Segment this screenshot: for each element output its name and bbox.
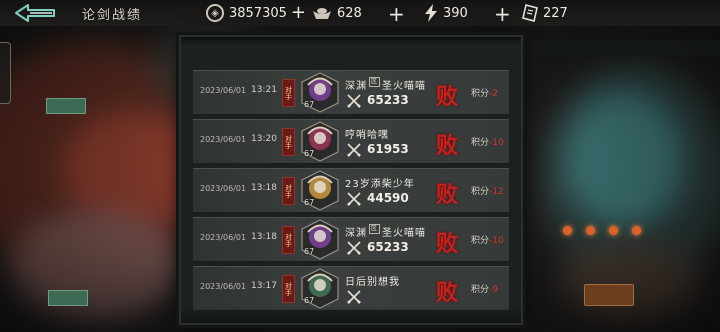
left-mini-button-top[interactable] <box>46 98 86 114</box>
opponent-power: 61953 <box>367 142 409 156</box>
back-arrow-icon[interactable] <box>14 3 58 23</box>
opponent-tag: 对手 <box>282 128 295 156</box>
score-change: 积分-2 <box>471 89 498 99</box>
battle-result: 败 <box>436 182 459 208</box>
energy-value: 390 <box>443 5 468 21</box>
right-top-strip <box>534 40 720 56</box>
add-energy-button[interactable]: + <box>494 2 511 26</box>
record-time: 13:17 <box>251 281 277 291</box>
score-change: 积分-9 <box>471 285 498 295</box>
battle-record-panel: 2023/06/01 13:21 对手 67 深渊区圣火喵喵 65233 败 积… <box>181 37 521 323</box>
battle-record-list[interactable]: 2023/06/01 13:21 对手 67 深渊区圣火喵喵 65233 败 积… <box>193 70 509 315</box>
score-change: 积分-12 <box>471 187 504 197</box>
opponent-tag: 对手 <box>282 177 295 205</box>
opponent-name: 23岁添柴少年 <box>345 179 415 190</box>
flame-icon <box>632 226 641 235</box>
right-action-button[interactable] <box>584 284 634 306</box>
opponent-level: 67 <box>304 247 315 256</box>
battle-result: 败 <box>436 84 459 110</box>
opponent-name: 日后别想我 <box>345 277 400 288</box>
record-date: 2023/06/01 <box>200 135 247 144</box>
record-date: 2023/06/01 <box>200 86 247 95</box>
coin-resource: ◈ 3857305 + <box>206 3 306 23</box>
flame-icon <box>563 226 572 235</box>
coin-value: 3857305 <box>229 5 287 21</box>
flame-icon <box>609 226 618 235</box>
server-badge: 区 <box>369 77 381 87</box>
opponent-level: 67 <box>304 100 315 109</box>
opponent-name: 深渊区圣火喵喵 <box>345 77 427 92</box>
record-date: 2023/06/01 <box>200 233 247 242</box>
opponent-tag: 对手 <box>282 275 295 303</box>
opponent-power: 44590 <box>367 191 409 205</box>
record-date: 2023/06/01 <box>200 282 247 291</box>
left-mini-button-bottom[interactable] <box>48 290 88 306</box>
score-change: 积分-10 <box>471 236 504 246</box>
crossed-swords-icon <box>347 290 361 304</box>
crossed-swords-icon <box>347 94 361 108</box>
add-coins-button[interactable]: + <box>291 4 306 22</box>
crossed-swords-icon <box>347 143 361 157</box>
ingot-value: 628 <box>337 5 362 21</box>
energy-resource: 390 <box>424 3 468 23</box>
opponent-level: 67 <box>304 149 315 158</box>
opponent-tag: 对手 <box>282 226 295 254</box>
ingot-icon <box>313 8 331 19</box>
battle-result: 败 <box>436 231 459 257</box>
record-time: 13:18 <box>251 232 277 242</box>
battle-record-row[interactable]: 2023/06/01 13:20 对手 67 哼哨哈嘿 61953 败 积分-1… <box>193 119 509 164</box>
ticket-icon <box>522 4 538 22</box>
opponent-name: 哼哨哈嘿 <box>345 130 389 141</box>
flame-icon <box>586 226 595 235</box>
record-time: 13:18 <box>251 183 277 193</box>
server-badge: 区 <box>369 224 381 234</box>
opponent-name-suffix: 圣火喵喵 <box>382 228 427 239</box>
crossed-swords-icon <box>347 241 361 255</box>
ticket-resource: 227 <box>522 3 568 23</box>
opponent-level: 67 <box>304 198 315 207</box>
battle-result: 败 <box>436 133 459 159</box>
battle-record-row[interactable]: 2023/06/01 13:17 对手 67 日后别想我 败 积分-9 <box>193 266 509 311</box>
opponent-power: 65233 <box>367 93 409 107</box>
ingot-resource: 628 <box>312 3 362 23</box>
crossed-swords-icon <box>347 192 361 206</box>
battle-record-row[interactable]: 2023/06/01 13:18 对手 67 23岁添柴少年 44590 败 积… <box>193 168 509 213</box>
ticket-value: 227 <box>543 5 568 21</box>
record-time: 13:21 <box>251 85 277 95</box>
opponent-tag: 对手 <box>282 79 295 107</box>
page-title: 论剑战绩 <box>82 8 143 23</box>
opponent-level: 67 <box>304 296 315 305</box>
battle-result: 败 <box>436 280 459 306</box>
lightning-icon <box>425 4 437 22</box>
opponent-power: 65233 <box>367 240 409 254</box>
score-change: 积分-10 <box>471 138 504 148</box>
top-bar: 论剑战绩 ◈ 3857305 + 628 + 390 + 227 <box>0 0 720 26</box>
record-time: 13:20 <box>251 134 277 144</box>
record-date: 2023/06/01 <box>200 184 247 193</box>
left-side-tab[interactable] <box>0 42 11 104</box>
coin-icon: ◈ <box>206 4 224 22</box>
battle-record-row[interactable]: 2023/06/01 13:21 对手 67 深渊区圣火喵喵 65233 败 积… <box>193 70 509 115</box>
opponent-name-suffix: 圣火喵喵 <box>382 81 427 92</box>
battle-record-row[interactable]: 2023/06/01 13:18 对手 67 深渊区圣火喵喵 65233 败 积… <box>193 217 509 262</box>
opponent-name: 深渊区圣火喵喵 <box>345 224 427 239</box>
add-ingots-button[interactable]: + <box>388 2 405 26</box>
